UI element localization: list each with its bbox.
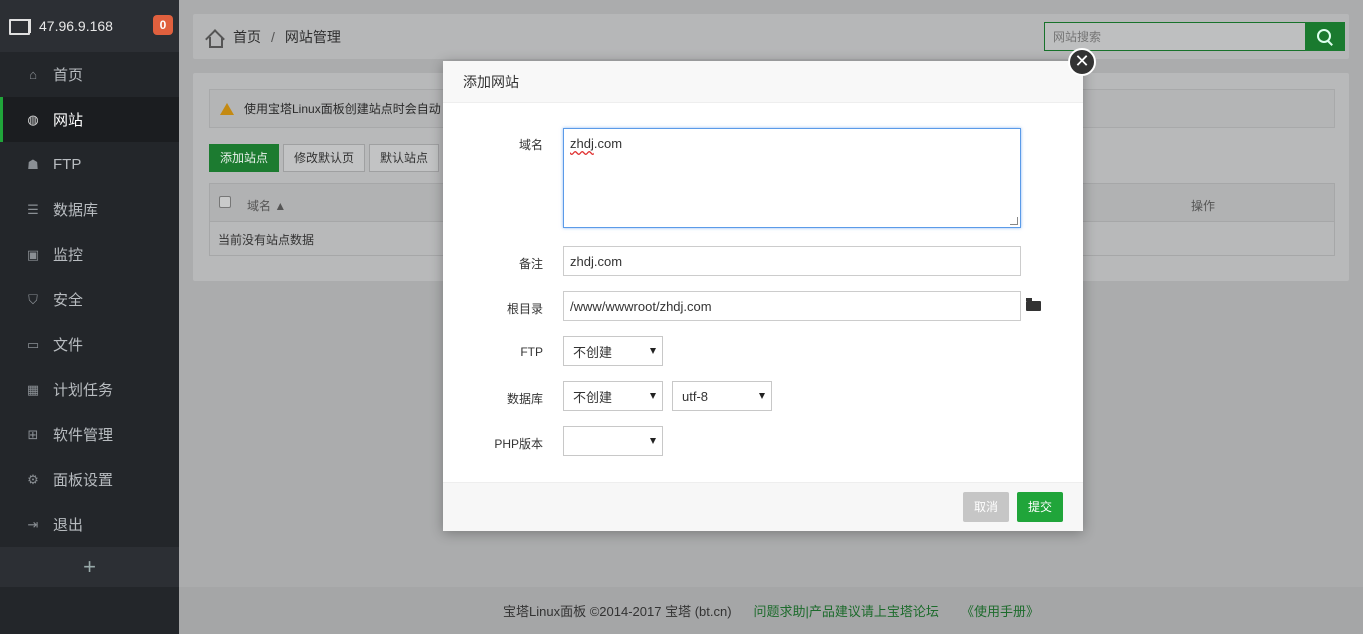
sidebar-item-label: 安全 bbox=[53, 292, 84, 309]
sidebar-item-settings[interactable]: ⚙ 面板设置 bbox=[0, 457, 179, 502]
sidebar-item-cron[interactable]: ▦ 计划任务 bbox=[0, 367, 179, 412]
site-search bbox=[1044, 22, 1306, 51]
default-site-button[interactable]: 默认站点 bbox=[369, 144, 440, 172]
ftp-select[interactable]: 不创建 bbox=[563, 336, 663, 366]
sidebar-item-monitor[interactable]: ▣ 监控 bbox=[0, 232, 179, 277]
warning-text: 使用宝塔Linux面板创建站点时会自动 bbox=[244, 102, 441, 116]
dropdown-arrow-icon bbox=[650, 393, 656, 399]
dialog-footer: 取消 提交 bbox=[443, 482, 1083, 531]
home-icon[interactable] bbox=[205, 28, 223, 48]
sidebar-item-label: 监控 bbox=[53, 247, 84, 264]
top-bar: 首页 / 网站管理 bbox=[193, 14, 1349, 59]
charset-select[interactable]: utf-8 bbox=[672, 381, 772, 411]
sidebar-item-label: 数据库 bbox=[53, 202, 99, 219]
monitor-icon: ▣ bbox=[26, 246, 40, 262]
server-ip: 47.96.9.168 bbox=[39, 18, 113, 34]
sidebar-item-label: 首页 bbox=[53, 67, 84, 84]
cancel-button[interactable]: 取消 bbox=[963, 492, 1010, 522]
search-icon bbox=[1317, 28, 1333, 45]
remark-label: 备注 bbox=[518, 257, 543, 271]
ftp-select-value: 不创建 bbox=[573, 344, 613, 360]
monitor-icon bbox=[9, 18, 31, 35]
sidebar-item-home[interactable]: ⌂ 首页 bbox=[0, 52, 179, 97]
folder-icon: ▭ bbox=[26, 336, 40, 352]
charset-select-value: utf-8 bbox=[682, 388, 709, 404]
grid-icon: ⊞ bbox=[27, 426, 39, 442]
sidebar-item-logout[interactable]: ⇥ 退出 bbox=[0, 502, 179, 547]
database-select[interactable]: 不创建 bbox=[563, 381, 663, 411]
sidebar-item-security[interactable]: ⛉ 安全 bbox=[0, 277, 179, 322]
sidebar-item-label: 网站 bbox=[53, 112, 84, 129]
dropdown-arrow-icon bbox=[759, 393, 765, 399]
sidebar-item-ftp[interactable]: ☗ FTP bbox=[0, 142, 179, 187]
sidebar-item-software[interactable]: ⊞ 软件管理 bbox=[0, 412, 179, 457]
database-select-value: 不创建 bbox=[573, 389, 613, 405]
sidebar-item-label: 面板设置 bbox=[53, 472, 114, 489]
gear-icon: ⚙ bbox=[27, 471, 39, 487]
database-icon: ☰ bbox=[27, 201, 39, 217]
toolbar: 添加站点 修改默认页 默认站点 bbox=[209, 144, 440, 172]
forum-link[interactable]: 问题求助|产品建议请上宝塔论坛 bbox=[754, 601, 939, 620]
add-site-button[interactable]: 添加站点 bbox=[209, 144, 280, 172]
sidebar-item-label: 退出 bbox=[53, 517, 84, 534]
sidebar-menu: ⌂ 首页 ◍ 网站 ☗ FTP ☰ 数据库 ▣ 监控 ⛉ 安全 ▭ 文件 ▦ 计划任务 ⊞ 软件管… bbox=[0, 52, 179, 547]
footer-copyright: 宝塔Linux面板 ©2014-2017 宝塔 (bt.cn) bbox=[503, 604, 732, 619]
home-icon: ⌂ bbox=[29, 67, 37, 82]
database-label: 数据库 bbox=[506, 392, 543, 406]
logout-icon: ⇥ bbox=[27, 516, 39, 532]
folder-open-icon[interactable] bbox=[1026, 298, 1041, 311]
warning-icon bbox=[220, 102, 234, 115]
site-search-input[interactable] bbox=[1045, 23, 1245, 50]
sidebar-item-database[interactable]: ☰ 数据库 bbox=[0, 187, 179, 232]
shield-icon: ⛉ bbox=[28, 291, 38, 307]
column-domain[interactable]: 域名 ▲ bbox=[247, 197, 286, 214]
modify-default-page-button[interactable]: 修改默认页 bbox=[283, 144, 366, 172]
root-dir-input[interactable]: /www/wwwroot/zhdj.com bbox=[563, 291, 1021, 321]
sidebar: 47.96.9.168 0 ⌂ 首页 ◍ 网站 ☗ FTP ☰ 数据库 ▣ 监控 ⛉ 安全 … bbox=[0, 0, 179, 634]
sidebar-item-label: 软件管理 bbox=[53, 427, 114, 444]
domain-value-suffix: .com bbox=[593, 136, 623, 151]
dialog-title: 添加网站 bbox=[443, 61, 1083, 103]
remark-input[interactable]: zhdj.com bbox=[563, 246, 1021, 276]
submit-button[interactable]: 提交 bbox=[1017, 492, 1064, 522]
notification-badge[interactable]: 0 bbox=[153, 15, 173, 35]
sidebar-item-label: 文件 bbox=[53, 337, 84, 354]
select-all-checkbox[interactable] bbox=[219, 196, 231, 208]
add-shortcut-button[interactable]: + bbox=[0, 547, 179, 587]
resize-handle[interactable] bbox=[1010, 217, 1018, 225]
sidebar-item-website[interactable]: ◍ 网站 bbox=[0, 97, 179, 142]
ftp-label: FTP bbox=[520, 345, 543, 359]
column-operations: 操作 bbox=[1191, 199, 1216, 213]
breadcrumb-current: 网站管理 bbox=[284, 29, 341, 45]
dropdown-arrow-icon bbox=[650, 348, 656, 354]
breadcrumb-home[interactable]: 首页 bbox=[233, 27, 261, 47]
root-dir-label: 根目录 bbox=[506, 302, 543, 316]
ftp-icon: ☗ bbox=[27, 156, 39, 172]
dropdown-arrow-icon bbox=[650, 438, 656, 444]
calendar-icon: ▦ bbox=[26, 381, 40, 397]
add-site-dialog: 添加网站 ✕ 域名 zhdj.com 备注 zhdj.com 根目录 /www/… bbox=[443, 48, 1096, 531]
domain-label: 域名 bbox=[518, 138, 543, 152]
breadcrumb-separator: / bbox=[271, 29, 275, 45]
sidebar-item-label: FTP bbox=[53, 156, 82, 173]
close-icon[interactable]: ✕ bbox=[1068, 48, 1096, 76]
domain-textarea[interactable]: zhdj.com bbox=[563, 128, 1021, 228]
domain-value-main: zhdj bbox=[570, 136, 594, 151]
footer: 宝塔Linux面板 ©2014-2017 宝塔 (bt.cn) 问题求助|产品建… bbox=[179, 587, 1363, 634]
breadcrumb: 首页 / 网站管理 bbox=[205, 27, 341, 48]
search-button[interactable] bbox=[1305, 22, 1345, 51]
sidebar-item-label: 计划任务 bbox=[53, 382, 114, 399]
globe-icon: ◍ bbox=[27, 111, 39, 127]
php-version-label: PHP版本 bbox=[494, 437, 543, 451]
manual-link[interactable]: 《使用手册》 bbox=[961, 601, 1039, 620]
php-version-select[interactable] bbox=[563, 426, 663, 456]
sidebar-item-files[interactable]: ▭ 文件 bbox=[0, 322, 179, 367]
